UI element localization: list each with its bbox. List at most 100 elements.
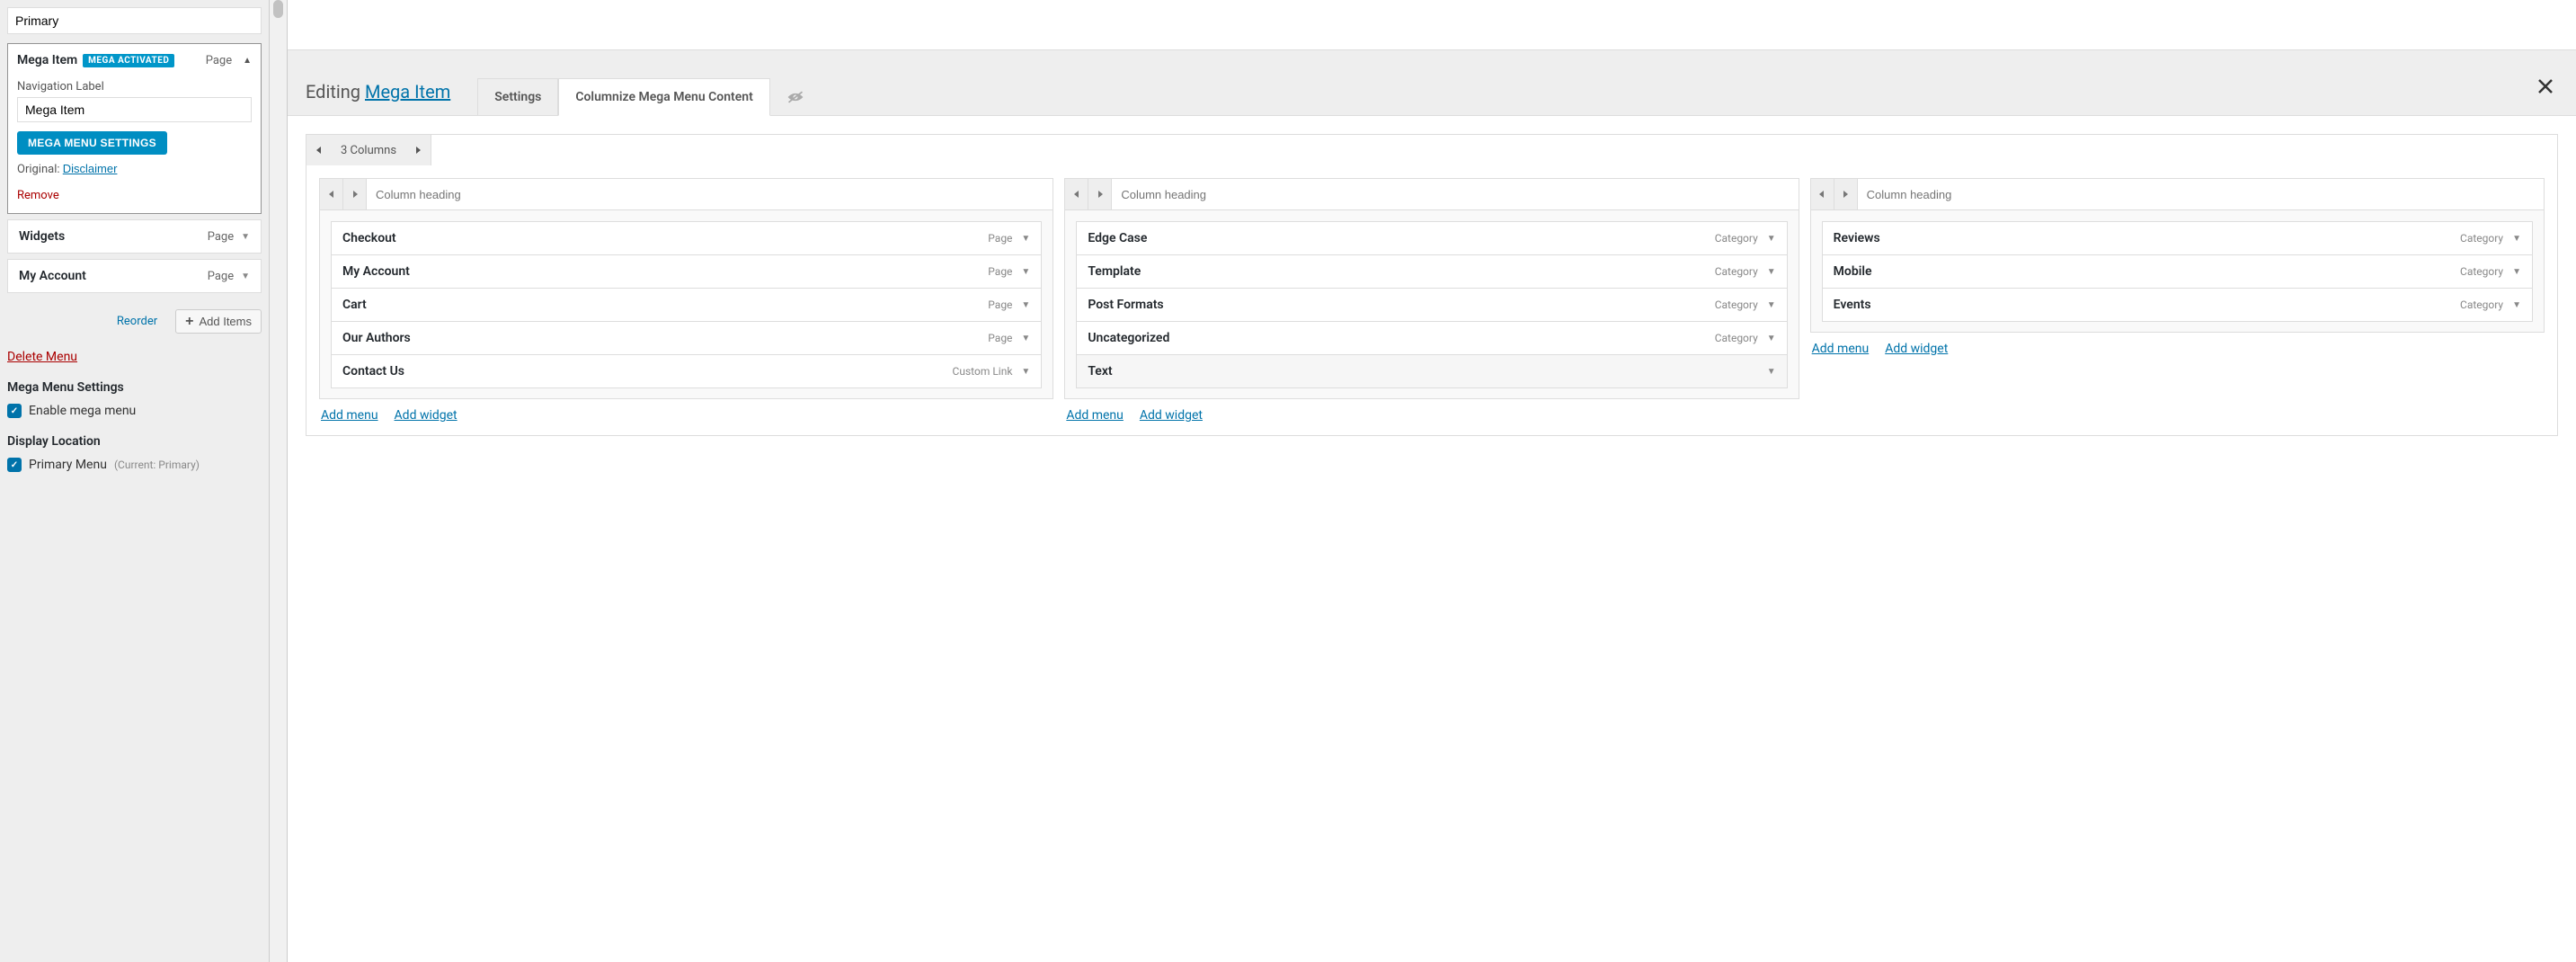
menu-item-title: Mega Item — [17, 53, 77, 67]
item-title: Post Formats — [1088, 298, 1163, 312]
item-type: Category — [2460, 232, 2503, 245]
column-item[interactable]: Post Formats Category ▼ — [1076, 288, 1787, 322]
remove-menu-item-link[interactable]: Remove — [17, 189, 59, 202]
move-column-left-button[interactable] — [1065, 179, 1088, 209]
editing-target-link[interactable]: Mega Item — [365, 81, 450, 102]
columns-count-control: 3 Columns — [306, 134, 431, 165]
mega-editor-toolbar: Editing Mega Item Settings Columnize Meg… — [288, 49, 2576, 116]
add-widget-link[interactable]: Add widget — [1885, 342, 1948, 356]
display-location-label: Primary Menu — [29, 458, 107, 472]
enable-mega-menu-checkbox[interactable]: ✓ Enable mega menu — [7, 404, 262, 418]
chevron-down-icon: ▼ — [1767, 367, 1776, 377]
add-menu-link[interactable]: Add menu — [321, 408, 378, 423]
chevron-down-icon: ▼ — [2512, 234, 2521, 244]
chevron-down-icon: ▼ — [1767, 234, 1776, 244]
display-location-heading: Display Location — [7, 434, 262, 449]
column-item[interactable]: UncategorizedCategory▼ — [1076, 321, 1787, 355]
original-page-link[interactable]: Disclaimer — [63, 162, 118, 175]
nav-label-caption: Navigation Label — [17, 80, 252, 94]
menu-item-type: Page — [208, 270, 234, 283]
item-title: Template — [1088, 264, 1141, 279]
display-location-note: (Current: Primary) — [114, 459, 200, 471]
add-widget-link[interactable]: Add widget — [1140, 408, 1203, 423]
column-header — [320, 179, 1053, 210]
add-menu-link[interactable]: Add menu — [1066, 408, 1124, 423]
display-location-checkbox[interactable]: ✓ Primary Menu (Current: Primary) — [7, 458, 262, 472]
column-items: CheckoutPage▼ My AccountPage▼ CartPage▼ … — [320, 210, 1053, 398]
column-items: Edge CaseCategory▼ TemplateCategory▼ Pos… — [1065, 210, 1798, 398]
tab-columnize[interactable]: Columnize Mega Menu Content — [558, 78, 769, 116]
delete-menu-link[interactable]: Delete Menu — [7, 350, 77, 364]
item-type: Page — [988, 232, 1012, 245]
columns-frame: 3 Columns Checkout Page ▼ My AccountPage▼ — [306, 134, 2558, 436]
column-item[interactable]: My AccountPage▼ — [331, 254, 1042, 289]
move-column-right-button[interactable] — [343, 179, 367, 209]
chevron-down-icon: ▼ — [1767, 334, 1776, 343]
menu-item-collapsed[interactable]: Widgets Page▼ — [7, 219, 262, 254]
editing-prefix: Editing — [306, 81, 360, 102]
column-header — [1065, 179, 1798, 210]
item-type: Category — [1715, 298, 1758, 311]
collapse-up-icon[interactable]: ▲ — [237, 56, 252, 66]
column-item[interactable]: TemplateCategory▼ — [1076, 254, 1787, 289]
mega-menu-settings-button[interactable]: MEGA MENU SETTINGS — [17, 131, 167, 155]
item-type: Page — [988, 332, 1012, 344]
columnize-panel: 3 Columns Checkout Page ▼ My AccountPage▼ — [288, 116, 2576, 454]
column-item[interactable]: Contact UsCustom Link▼ — [331, 354, 1042, 388]
column-item[interactable]: Text▼ — [1076, 354, 1787, 388]
item-type: Category — [1715, 232, 1758, 245]
column-item[interactable]: Edge CaseCategory▼ — [1076, 221, 1787, 255]
item-type: Category — [2460, 265, 2503, 278]
item-title: Mobile — [1834, 264, 1872, 279]
chevron-down-icon: ▼ — [241, 232, 250, 242]
add-items-button[interactable]: + Add Items — [175, 309, 262, 334]
menu-item-header[interactable]: Mega Item MEGA ACTIVATED Page ▲ — [17, 53, 252, 67]
column-item[interactable]: EventsCategory▼ — [1822, 288, 2533, 322]
nav-label-input[interactable] — [17, 97, 252, 122]
chevron-down-icon: ▼ — [1021, 367, 1030, 377]
menu-item-title: My Account — [19, 269, 86, 283]
menu-item-collapsed[interactable]: My Account Page▼ — [7, 259, 262, 293]
tab-settings[interactable]: Settings — [477, 78, 558, 115]
increase-columns-button[interactable] — [405, 135, 431, 165]
chevron-down-icon: ▼ — [1021, 300, 1030, 310]
item-type: Custom Link — [953, 365, 1013, 378]
item-title: Our Authors — [342, 331, 411, 345]
column-item[interactable]: CartPage▼ — [331, 288, 1042, 322]
decrease-columns-button[interactable] — [306, 135, 332, 165]
menu-name-input[interactable] — [7, 7, 262, 34]
chevron-down-icon: ▼ — [2512, 267, 2521, 277]
chevron-down-icon: ▼ — [1021, 234, 1030, 244]
editing-label: Editing Mega Item — [306, 81, 450, 115]
item-title: Checkout — [342, 231, 396, 245]
item-type: Page — [988, 265, 1012, 278]
move-column-left-button[interactable] — [1811, 179, 1834, 209]
add-menu-link[interactable]: Add menu — [1812, 342, 1870, 356]
checkbox-checked-icon: ✓ — [7, 404, 22, 418]
reorder-link[interactable]: Reorder — [117, 315, 157, 328]
move-column-right-button[interactable] — [1088, 179, 1112, 209]
column-heading-input[interactable] — [1112, 181, 1798, 209]
sidebar-scrollbar[interactable] — [270, 0, 288, 962]
move-column-right-button[interactable] — [1834, 179, 1858, 209]
column-heading-input[interactable] — [367, 181, 1053, 209]
mega-column: Reviews Category ▼ Mobile Category ▼ EventsC… — [1810, 178, 2545, 356]
item-type: Category — [2460, 298, 2503, 311]
checkbox-checked-icon: ✓ — [7, 458, 22, 472]
add-widget-link[interactable]: Add widget — [395, 408, 457, 423]
column-item[interactable]: Checkout Page ▼ — [331, 221, 1042, 255]
close-icon[interactable] — [2536, 68, 2558, 115]
item-title: Uncategorized — [1088, 331, 1169, 345]
column-heading-input[interactable] — [1858, 181, 2544, 209]
column-item[interactable]: Mobile Category ▼ — [1822, 254, 2533, 289]
mega-activated-badge: MEGA ACTIVATED — [83, 54, 174, 67]
menu-item-expanded: Mega Item MEGA ACTIVATED Page ▲ Navigati… — [7, 43, 262, 214]
mega-column: Edge CaseCategory▼ TemplateCategory▼ Pos… — [1064, 178, 1799, 423]
item-title: Reviews — [1834, 231, 1880, 245]
chevron-down-icon: ▼ — [1767, 300, 1776, 310]
customizer-sidebar: Mega Item MEGA ACTIVATED Page ▲ Navigati… — [0, 0, 270, 962]
column-item[interactable]: Our AuthorsPage▼ — [331, 321, 1042, 355]
move-column-left-button[interactable] — [320, 179, 343, 209]
column-item[interactable]: Reviews Category ▼ — [1822, 221, 2533, 255]
visibility-off-icon[interactable] — [770, 79, 821, 115]
